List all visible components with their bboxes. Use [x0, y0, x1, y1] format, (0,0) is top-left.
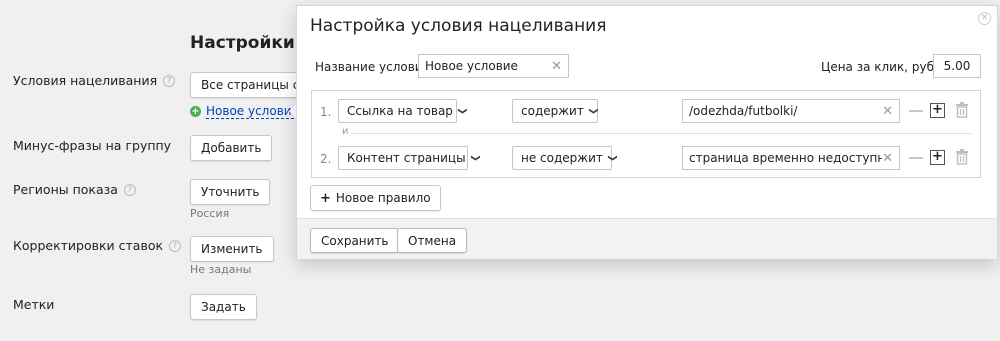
cpc-label: Цена за клик, руб.	[821, 60, 938, 74]
minus-phrases-label: Минус-фразы на группу	[13, 138, 172, 153]
new-rule-button[interactable]: + Новое правило	[310, 185, 441, 211]
rules-list: 1. Ссылка на товар ❯ содержит ❯ /odezhda…	[311, 90, 981, 178]
save-button[interactable]: Сохранить	[310, 228, 400, 253]
clear-x-icon[interactable]: ✕	[551, 60, 562, 73]
bid-adjustments-label: Корректировки ставок	[13, 238, 164, 253]
condition-name-value: Новое условие	[425, 59, 518, 73]
targeting-select[interactable]: Все страницы сай	[190, 72, 300, 98]
add-minus-phrases-button[interactable]: Добавить	[190, 135, 273, 161]
rule-field-value: Ссылка на товар	[347, 104, 453, 118]
condition-name-input[interactable]: Новое условие ✕	[418, 54, 569, 78]
clear-x-icon[interactable]: ✕	[882, 105, 893, 118]
bid-adjustments-value: Не заданы	[190, 263, 252, 276]
bid-adjustments-row-label: Корректировки ставок ?	[13, 238, 182, 253]
clear-x-icon[interactable]: ✕	[882, 152, 893, 165]
chevron-down-icon: ❯	[606, 154, 617, 162]
help-icon[interactable]: ?	[163, 74, 176, 87]
rule-field-select[interactable]: Контент страницы ❯	[338, 146, 479, 170]
and-label: и	[340, 126, 351, 137]
trash-icon[interactable]	[955, 102, 969, 118]
targeting-select-value: Все страницы сай	[201, 78, 299, 92]
tags-row-label: Метки	[13, 297, 54, 312]
new-condition-link[interactable]: + Новое условие	[190, 104, 299, 119]
rule-operator-select[interactable]: не содержит ❯	[512, 146, 617, 170]
chevron-down-icon: ❯	[587, 107, 598, 115]
chevron-down-icon: ❯	[456, 107, 467, 115]
rule-number: 2.	[320, 152, 332, 166]
regions-value: Россия	[190, 207, 230, 220]
close-icon[interactable]: ✕	[978, 12, 991, 25]
set-tags-button[interactable]: Задать	[190, 294, 257, 320]
targeting-label: Условия нацеливания	[13, 73, 158, 88]
rule-value: страница временно недоступна	[689, 151, 883, 165]
plus-icon: +	[320, 190, 331, 206]
minus-phrases-row-label: Минус-фразы на группу	[13, 138, 171, 153]
plus-icon[interactable]: +	[930, 103, 945, 118]
rule-operator-value: содержит	[521, 104, 584, 118]
popup-title: Настройка условия нацеливания	[310, 16, 607, 36]
cpc-value: 5.00	[943, 59, 971, 73]
minus-icon[interactable]	[909, 110, 923, 112]
cpc-input[interactable]: 5.00	[933, 54, 981, 78]
chevron-down-icon: ❯	[469, 154, 480, 162]
rule-value: /odezhda/futbolki/	[689, 104, 798, 118]
add-condition-icon: +	[190, 106, 201, 117]
rule-number: 1.	[320, 105, 332, 119]
popup-footer: Сохранить Отмена	[297, 218, 997, 259]
rule-value-input[interactable]: /odezhda/futbolki/ ✕	[682, 99, 900, 123]
rule-field-select[interactable]: Ссылка на товар ❯	[338, 99, 467, 123]
rule-field-value: Контент страницы	[347, 151, 466, 165]
targeting-row-label: Условия нацеливания ?	[13, 73, 176, 88]
rule-value-input[interactable]: страница временно недоступна ✕	[682, 146, 900, 170]
new-rule-label: Новое правило	[335, 191, 431, 205]
help-icon[interactable]: ?	[169, 239, 182, 252]
rule-operator-value: не содержит	[521, 151, 603, 165]
rule-operator-select[interactable]: содержит ❯	[512, 99, 598, 123]
minus-icon[interactable]	[909, 157, 923, 159]
help-icon[interactable]: ?	[123, 183, 136, 196]
plus-icon[interactable]: +	[930, 150, 945, 165]
regions-row-label: Регионы показа ?	[13, 182, 136, 197]
trash-icon[interactable]	[955, 149, 969, 165]
condition-name-label: Название условия	[315, 60, 430, 74]
rules-separator	[342, 133, 972, 134]
cancel-button[interactable]: Отмена	[397, 228, 468, 253]
targeting-condition-popup: Настройка условия нацеливания ✕ Название…	[296, 5, 998, 259]
tags-label: Метки	[13, 297, 55, 312]
regions-label: Регионы показа	[13, 182, 118, 197]
refine-regions-button[interactable]: Уточнить	[190, 179, 271, 205]
edit-bid-adjustments-button[interactable]: Изменить	[190, 236, 274, 262]
new-condition-link-label: Новое условие	[206, 104, 299, 119]
